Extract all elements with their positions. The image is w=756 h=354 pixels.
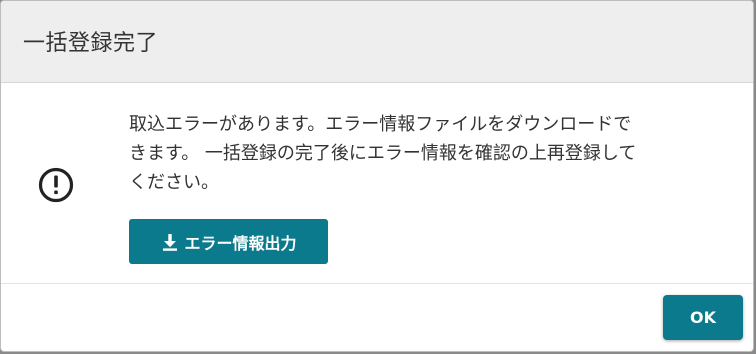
dialog-footer: OK [1, 284, 753, 351]
bulk-registration-dialog: 一括登録完了 取込エラーがあります。エラー情報ファイルをダウンロードで きます。 … [0, 0, 754, 352]
download-icon [163, 233, 178, 251]
error-message: 取込エラーがあります。エラー情報ファイルをダウンロードで きます。 一括登録の完了… [129, 110, 719, 197]
message-line: 取込エラーがあります。エラー情報ファイルをダウンロードで [129, 114, 632, 135]
exclamation-circle-icon [38, 167, 74, 203]
message-line: ください。 [129, 172, 219, 193]
download-button-label: エラー情報出力 [184, 233, 297, 253]
download-error-info-button[interactable]: エラー情報出力 [129, 219, 328, 264]
message-line: きます。 一括登録の完了後にエラー情報を確認の上再登録して [129, 143, 637, 164]
dialog-body: 取込エラーがあります。エラー情報ファイルをダウンロードで きます。 一括登録の完了… [1, 83, 753, 284]
dialog-title: 一括登録完了 [23, 30, 159, 56]
dialog-header: 一括登録完了 [1, 1, 753, 83]
ok-button[interactable]: OK [663, 295, 743, 340]
